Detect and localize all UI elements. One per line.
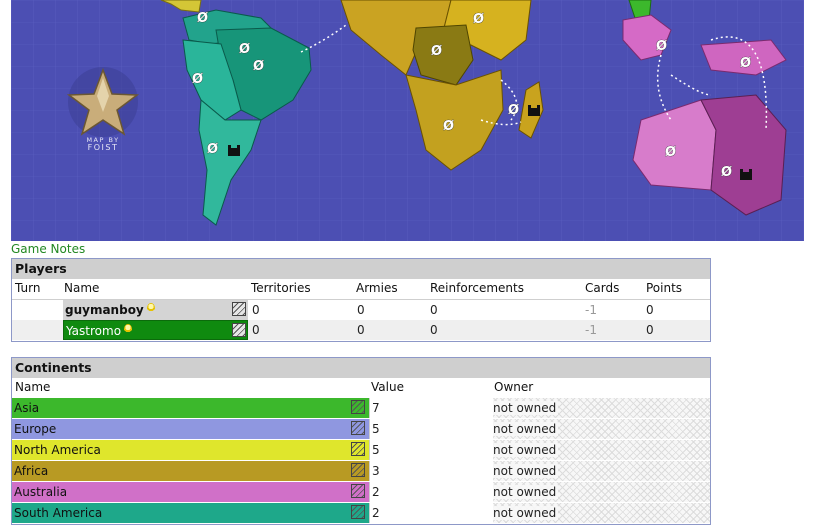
continent-row[interactable]: South America 2 not owned — [12, 503, 710, 523]
continent-value: 2 — [369, 503, 490, 523]
continent-row[interactable]: Europe 5 not owned — [12, 419, 710, 439]
player-armies: 0 — [357, 303, 365, 317]
continents-panel: Continents Name Value Owner Asia 7 not own… — [11, 357, 711, 525]
player-points: 0 — [646, 303, 654, 317]
svg-text:Ø: Ø — [508, 103, 519, 118]
header-armies: Armies — [356, 281, 398, 295]
header-cards: Cards — [585, 281, 620, 295]
continent-color-swatch-icon — [351, 421, 365, 435]
map-image[interactable]: Ø Ø Ø Ø Ø Ø Ø Ø Ø Ø Ø Ø Ø — [11, 0, 804, 241]
continent-value: 5 — [369, 440, 490, 460]
svg-text:Ø: Ø — [665, 145, 676, 160]
svg-text:Ø: Ø — [443, 119, 454, 134]
game-notes-link[interactable]: Game Notes — [11, 242, 85, 256]
svg-text:Ø: Ø — [656, 39, 667, 54]
continent-name: Asia — [12, 398, 369, 418]
continent-color-swatch-icon — [351, 505, 365, 519]
svg-text:Ø: Ø — [253, 59, 264, 74]
continent-owner: not owned — [493, 419, 710, 439]
player-name: Yastromo — [66, 324, 122, 338]
continent-row[interactable]: North America 5 not owned — [12, 440, 710, 460]
map-by-label: MAP BY FOIST — [86, 136, 120, 152]
player-name: guymanboy — [65, 303, 144, 317]
header-value: Value — [371, 380, 404, 394]
game-map[interactable]: Ø Ø Ø Ø Ø Ø Ø Ø Ø Ø Ø Ø Ø MAP BY FOIST — [11, 0, 804, 241]
continent-row[interactable]: Australia 2 not owned — [12, 482, 710, 502]
player-row[interactable]: Yastromo 0 0 0 -1 0 — [12, 320, 710, 340]
player-armies: 0 — [357, 323, 365, 337]
player-color-swatch-icon — [232, 302, 246, 316]
header-owner: Owner — [494, 380, 534, 394]
player-color-swatch-icon — [232, 323, 246, 337]
continent-row[interactable]: Africa 3 not owned — [12, 461, 710, 481]
svg-text:Ø: Ø — [197, 11, 208, 26]
player-row[interactable]: guymanboy 0 0 0 -1 0 — [12, 299, 710, 320]
header-name: Name — [64, 281, 100, 295]
continent-owner: not owned — [493, 503, 710, 523]
continent-owner: not owned — [493, 482, 710, 502]
continent-value: 5 — [369, 419, 490, 439]
svg-text:Ø: Ø — [431, 44, 442, 59]
player-name-cell[interactable]: Yastromo — [63, 320, 248, 340]
map-by-star-logo — [66, 67, 140, 137]
continent-color-swatch-icon — [351, 484, 365, 498]
continents-title: Continents — [12, 358, 710, 378]
svg-text:Ø: Ø — [192, 72, 203, 87]
header-reinforcements: Reinforcements — [430, 281, 524, 295]
continent-color-swatch-icon — [351, 463, 365, 477]
header-continent-name: Name — [15, 380, 51, 394]
svg-text:Ø: Ø — [740, 56, 751, 71]
header-points: Points — [646, 281, 683, 295]
svg-text:Ø: Ø — [473, 12, 484, 27]
lightbulb-icon — [124, 324, 133, 334]
player-territories: 0 — [252, 303, 260, 317]
header-territories: Territories — [251, 281, 311, 295]
continent-name: North America — [12, 440, 369, 460]
player-cards: -1 — [585, 323, 597, 337]
continent-color-swatch-icon — [351, 400, 365, 414]
continent-color-swatch-icon — [351, 442, 365, 456]
player-name-cell[interactable]: guymanboy — [63, 300, 248, 320]
continent-value: 2 — [369, 482, 490, 502]
players-title: Players — [12, 259, 710, 279]
continent-name: Africa — [12, 461, 369, 481]
continent-owner: not owned — [493, 461, 710, 481]
player-reinforcements: 0 — [430, 303, 438, 317]
continent-name: Australia — [12, 482, 369, 502]
player-reinforcements: 0 — [430, 323, 438, 337]
svg-text:Ø: Ø — [207, 142, 218, 157]
continent-owner: not owned — [493, 440, 710, 460]
continent-name: Europe — [12, 419, 369, 439]
continent-row[interactable]: Asia 7 not owned — [12, 398, 710, 418]
players-panel: Players Turn Name Territories Armies Rei… — [11, 258, 711, 342]
player-territories: 0 — [252, 323, 260, 337]
header-turn: Turn — [15, 281, 41, 295]
continent-owner: not owned — [493, 398, 710, 418]
player-points: 0 — [646, 323, 654, 337]
continent-name: South America — [12, 503, 369, 523]
lightbulb-icon — [146, 303, 155, 313]
continent-value: 7 — [369, 398, 490, 418]
player-cards: -1 — [585, 303, 597, 317]
svg-text:Ø: Ø — [721, 165, 732, 180]
svg-text:Ø: Ø — [239, 42, 250, 57]
continent-value: 3 — [369, 461, 490, 481]
